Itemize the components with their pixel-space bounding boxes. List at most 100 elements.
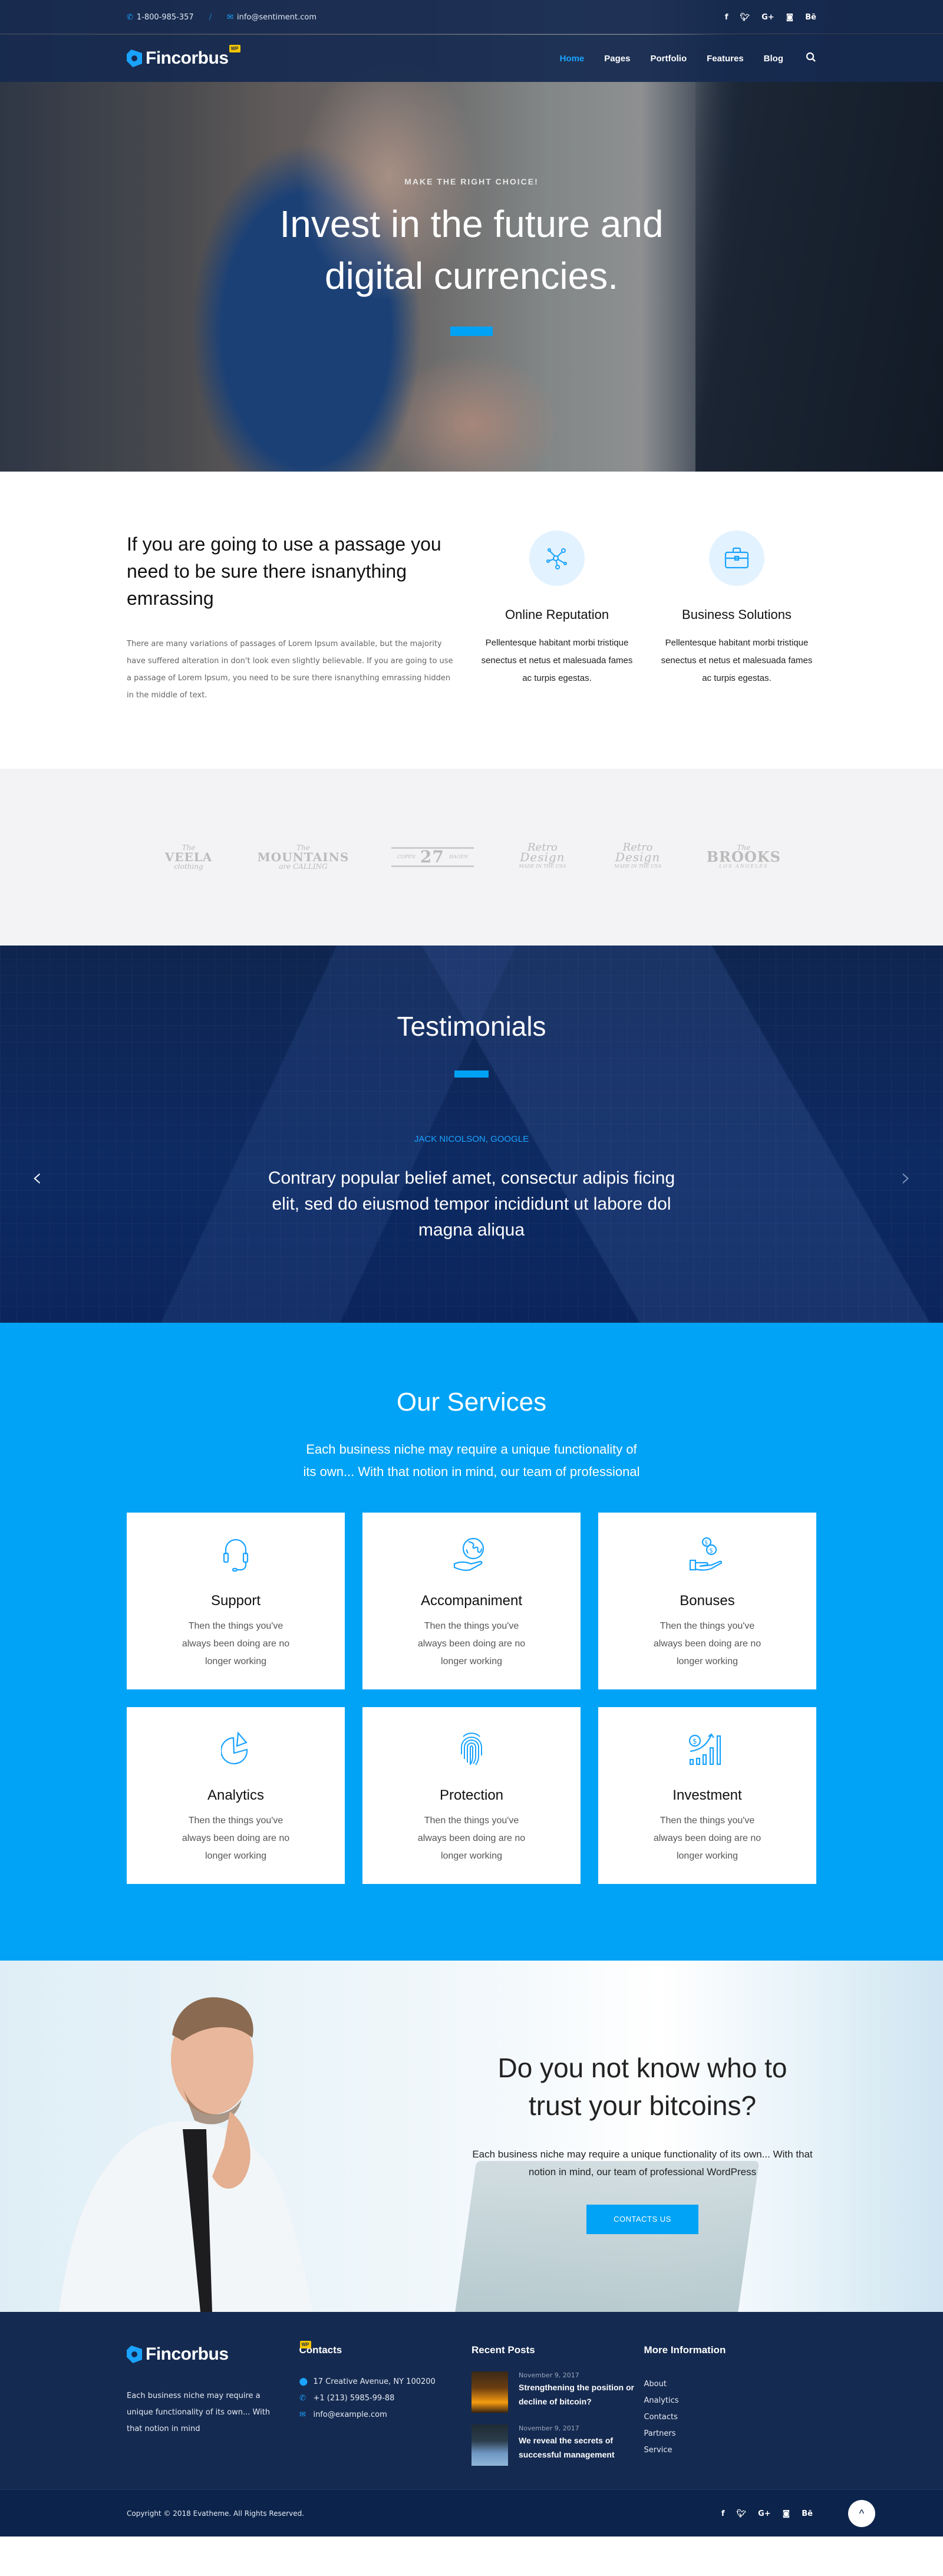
partner-logo-brooks[interactable]: The BROOKS LOS ANGELES <box>707 843 781 871</box>
footer-contacts: Contacts ⬤ 17 Creative Avenue, NY 100200 … <box>299 2344 472 2466</box>
svg-text:$: $ <box>709 1547 713 1554</box>
partner-logo-veela[interactable]: The VEELA clothing <box>162 843 215 871</box>
logo-badge: WP <box>229 45 240 52</box>
footer-more-info: More Information About Analytics Contact… <box>644 2344 817 2466</box>
service-card-accompaniment[interactable]: Accompaniment Then the things you've alw… <box>362 1513 581 1689</box>
post-title[interactable]: Strengthening the position or decline of… <box>519 2380 644 2409</box>
service-cards: Support Then the things you've always be… <box>0 1513 943 1884</box>
chevron-left-icon[interactable]: ‹ <box>32 1162 42 1193</box>
contact-phone[interactable]: ✆ 1-800-985-357 <box>127 13 194 22</box>
service-card-protection[interactable]: Protection Then the things you've always… <box>362 1707 581 1884</box>
footer-email[interactable]: ✉ info@example.com <box>299 2407 472 2423</box>
pie-chart-icon <box>127 1728 345 1771</box>
partner-logo-retro-design[interactable]: Retro Design MADE IN THE USA <box>516 842 569 871</box>
chevron-right-icon[interactable]: › <box>901 1162 911 1193</box>
partner-logo-retro-design-2[interactable]: Retro Design MADE IN THE USA <box>611 842 664 871</box>
behance-icon[interactable]: Bē <box>805 13 816 22</box>
search-icon[interactable] <box>806 52 816 65</box>
facebook-icon[interactable]: f <box>725 13 728 22</box>
post-thumbnail[interactable] <box>472 2425 508 2466</box>
contacts-us-button[interactable]: CONTACTS US <box>586 2205 698 2234</box>
svg-text:$: $ <box>693 1737 697 1745</box>
cta-title: Do you not know who to trust your bitcoi… <box>472 2049 813 2124</box>
logo-icon <box>127 50 142 67</box>
footer-link-about[interactable]: About <box>644 2376 817 2393</box>
envelope-icon: ✉ <box>227 12 233 22</box>
google-plus-icon[interactable]: G+ <box>761 13 774 22</box>
footer-about: Fincorbus WP Each business niche may req… <box>127 2341 311 2466</box>
testimonials-accent-bar <box>454 1070 489 1078</box>
businessman-image <box>59 1997 312 2312</box>
headset-icon <box>127 1534 345 1576</box>
footer-link-contacts[interactable]: Contacts <box>644 2409 817 2426</box>
nav-item-pages[interactable]: Pages <box>604 54 630 64</box>
testimonials-title: Testimonials <box>397 1011 546 1042</box>
services-subtitle: Each business niche may require a unique… <box>303 1442 640 1479</box>
feature-business-solutions: Business Solutions Pellentesque habitant… <box>657 531 816 704</box>
service-title: Support <box>210 1593 261 1609</box>
nav-item-home[interactable]: Home <box>560 54 585 64</box>
testimonials-section: Testimonials JACK NICOLSON, GOOGLE Contr… <box>0 946 943 1323</box>
service-title: Analytics <box>207 1787 265 1803</box>
service-text: Then the things you've always been doing… <box>182 1816 290 1861</box>
nav-item-blog[interactable]: Blog <box>764 54 783 64</box>
service-title: Protection <box>439 1787 504 1803</box>
footer-address: ⬤ 17 Creative Avenue, NY 100200 <box>299 2374 472 2390</box>
cta-text: Each business niche may require a unique… <box>472 2149 813 2178</box>
service-card-support[interactable]: Support Then the things you've always be… <box>127 1513 345 1689</box>
service-text: Then the things you've always been doing… <box>653 1621 761 1666</box>
cta-section: Do you not know who to trust your bitcoi… <box>0 1961 943 2312</box>
bottom-bar: Copyright © 2018 Evatheme. All Rights Re… <box>0 2489 943 2537</box>
recent-post[interactable]: November 9, 2017 We reveal the secrets o… <box>472 2425 644 2466</box>
hero-section: ✆ 1-800-985-357 / ✉ info@sentiment.com f 🐦… <box>0 0 943 472</box>
contact-email[interactable]: ✉ info@sentiment.com <box>227 13 316 22</box>
partner-logo-sub: MADE IN THE USA <box>614 864 662 869</box>
footer: Fincorbus WP Each business niche may req… <box>0 2312 943 2489</box>
network-icon <box>529 531 585 586</box>
instagram-icon[interactable]: ◙ <box>786 13 794 22</box>
partner-logo-copenhagen[interactable]: COPEN 27 HAGEN <box>391 847 474 867</box>
top-bar: ✆ 1-800-985-357 / ✉ info@sentiment.com f 🐦… <box>0 0 943 34</box>
footer-logo[interactable]: Fincorbus WP <box>127 2341 311 2364</box>
footer-phone[interactable]: ✆ +1 (213) 5985-99-88 <box>299 2390 472 2407</box>
footer-link-analytics[interactable]: Analytics <box>644 2393 817 2409</box>
post-thumbnail[interactable] <box>472 2371 508 2413</box>
map-pin-icon: ⬤ <box>299 2377 308 2386</box>
recent-post[interactable]: November 9, 2017 Strengthening the posit… <box>472 2371 644 2413</box>
service-text: Then the things you've always been doing… <box>417 1621 526 1666</box>
partner-logo-mountains[interactable]: The MOUNTAINS are CALLING <box>258 843 349 871</box>
service-title: Bonuses <box>680 1593 735 1609</box>
behance-icon[interactable]: Bē <box>802 2509 813 2518</box>
fingerprint-icon <box>362 1728 581 1771</box>
facebook-icon[interactable]: f <box>721 2509 725 2518</box>
partner-logo-main: MOUNTAINS <box>257 850 349 864</box>
instagram-icon[interactable]: ◙ <box>783 2509 790 2518</box>
nav-menu: Home Pages Portfolio Features Blog <box>560 52 816 65</box>
partners-section: The VEELA clothing The MOUNTAINS are CALLING… <box>0 769 943 946</box>
service-card-investment[interactable]: $ Investment Then the things you've alwa… <box>598 1707 816 1884</box>
google-plus-icon[interactable]: G+ <box>758 2509 771 2518</box>
footer-link-partners[interactable]: Partners <box>644 2426 817 2442</box>
feature-title: Online Reputation <box>505 607 609 622</box>
hero-title: Invest in the future and digital currenc… <box>0 198 943 302</box>
nav-item-portfolio[interactable]: Portfolio <box>650 54 687 64</box>
service-card-bonuses[interactable]: $ $ Bonuses Then the things you've always… <box>598 1513 816 1689</box>
svg-text:$: $ <box>704 1540 708 1546</box>
nav-item-features[interactable]: Features <box>707 54 744 64</box>
email-text: info@sentiment.com <box>237 12 316 22</box>
twitter-icon[interactable]: 🐦︎ <box>737 2509 747 2518</box>
hero-content: MAKE THE RIGHT CHOICE! Invest in the fut… <box>0 177 943 336</box>
footer-link-service[interactable]: Service <box>644 2442 817 2459</box>
globe-hand-icon <box>362 1534 581 1576</box>
twitter-icon[interactable]: 🐦︎ <box>740 13 750 22</box>
footer-recent-posts: Recent Posts November 9, 2017 Strengthen… <box>472 2344 644 2466</box>
post-title[interactable]: We reveal the secrets of successful mana… <box>519 2433 644 2462</box>
cta-title-line-2: trust your bitcoins? <box>528 2090 757 2121</box>
logo[interactable]: Fincorbus WP <box>127 45 240 68</box>
service-card-analytics[interactable]: Analytics Then the things you've always … <box>127 1707 345 1884</box>
back-to-top-button[interactable]: ^ <box>848 2500 875 2527</box>
services-title: Our Services <box>396 1388 547 1417</box>
feature-text: Pellentesque habitant morbi tristique se… <box>481 638 633 683</box>
growth-chart-icon: $ <box>598 1728 816 1771</box>
service-text: Then the things you've always been doing… <box>182 1621 290 1666</box>
